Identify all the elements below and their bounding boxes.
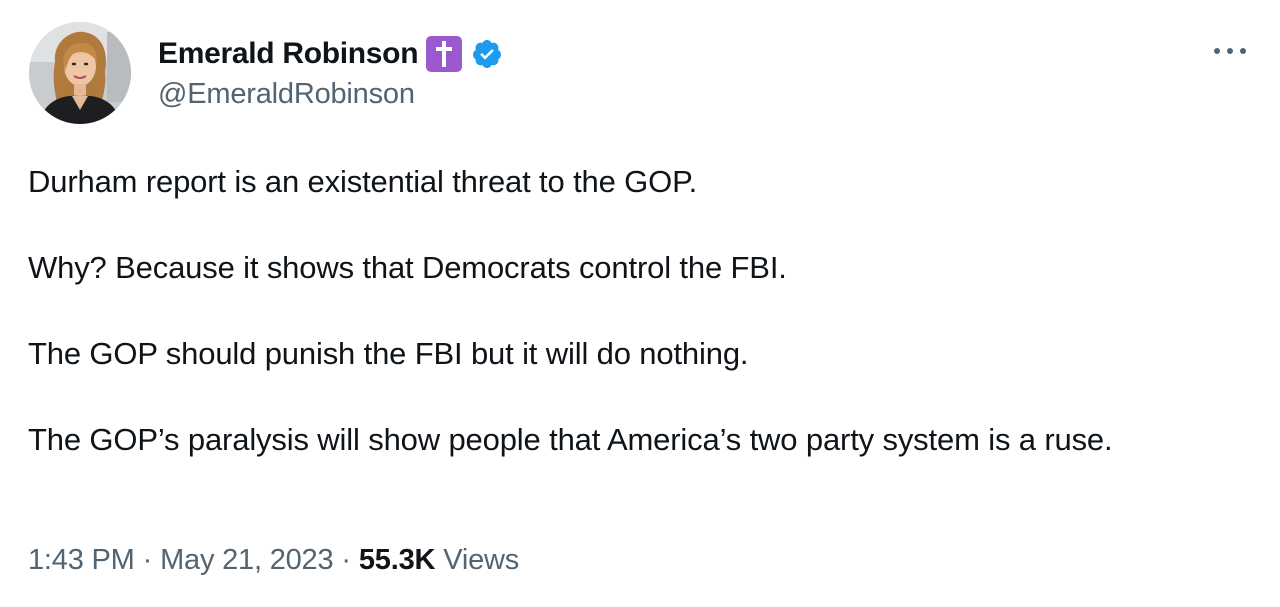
author-handle[interactable]: @EmeraldRobinson bbox=[158, 78, 415, 111]
author-display-name[interactable]: Emerald Robinson bbox=[158, 37, 419, 71]
more-options-button[interactable] bbox=[1208, 34, 1252, 68]
more-horizontal-icon bbox=[1214, 48, 1246, 54]
tweet-paragraph: The GOP’s paralysis will show people tha… bbox=[28, 422, 1113, 457]
latin-cross-icon bbox=[426, 36, 463, 72]
tweet-paragraph: Why? Because it shows that Democrats con… bbox=[28, 250, 787, 285]
verified-check-icon[interactable] bbox=[470, 37, 504, 71]
author-name-row: Emerald Robinson bbox=[158, 34, 504, 74]
tweet-date[interactable]: May 21, 2023 bbox=[160, 544, 334, 577]
tweet-meta: 1:43 PM · May 21, 2023 · 55.3K Views bbox=[28, 544, 519, 577]
tweet-text: Durham report is an existential threat t… bbox=[28, 160, 1228, 461]
tweet-paragraph: Durham report is an existential threat t… bbox=[28, 164, 698, 199]
tweet-paragraph: The GOP should punish the FBI but it wil… bbox=[28, 336, 749, 371]
avatar[interactable] bbox=[29, 22, 131, 124]
tweet-card: Emerald Robinson @EmeraldRobinson Durham… bbox=[0, 0, 1280, 607]
avatar-photo bbox=[29, 22, 131, 124]
views-label: Views bbox=[443, 544, 520, 576]
meta-separator: · bbox=[142, 544, 153, 576]
meta-separator: · bbox=[341, 544, 351, 576]
views-count[interactable]: 55.3K bbox=[359, 544, 436, 577]
tweet-time[interactable]: 1:43 PM bbox=[28, 544, 135, 577]
